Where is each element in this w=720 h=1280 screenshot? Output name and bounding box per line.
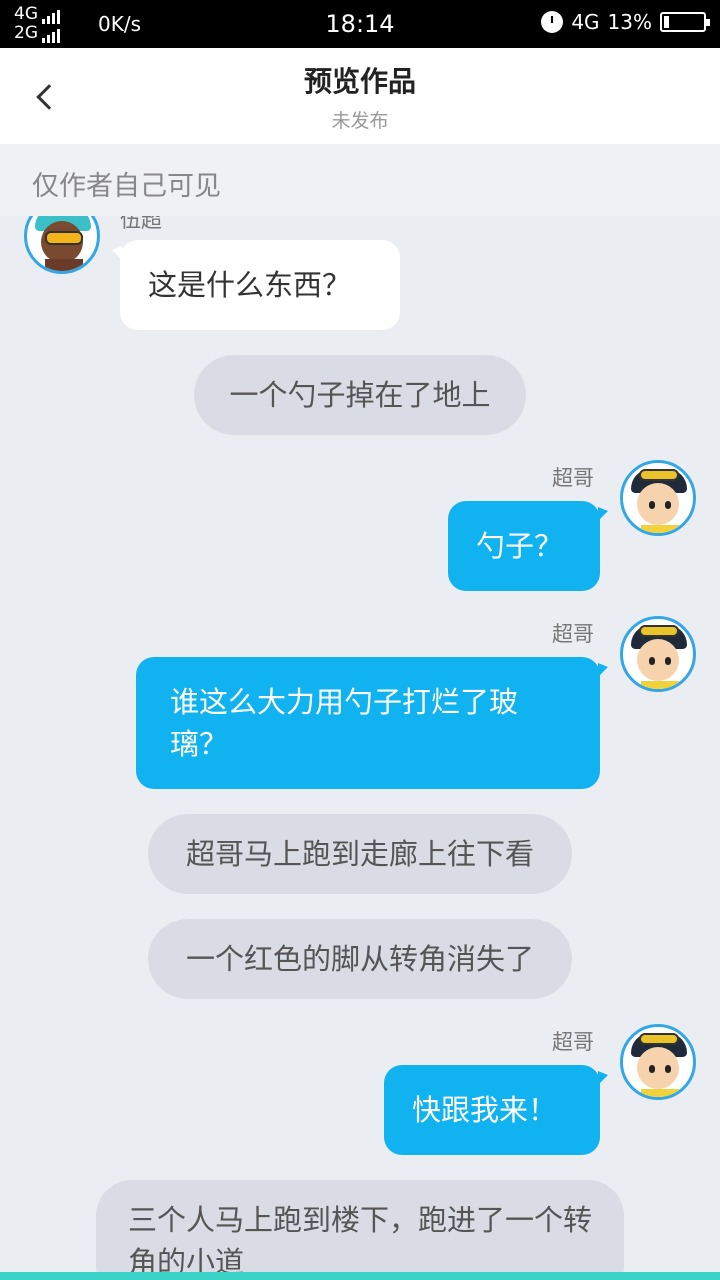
narration-bubble[interactable]: 一个勺子掉在了地上 xyxy=(194,355,526,435)
page-subtitle: 未发布 xyxy=(331,110,389,132)
message-bubble[interactable]: 勺子？ xyxy=(448,501,608,591)
sender-name: 伍超 xyxy=(120,216,162,232)
bottom-strip xyxy=(0,1272,720,1280)
avatar[interactable] xyxy=(24,216,100,274)
page-title: 预览作品 xyxy=(303,65,416,98)
message-bubble[interactable]: 快跟我来！ xyxy=(384,1065,608,1155)
narration-bubble[interactable]: 一个红色的脚从转角消失了 xyxy=(148,919,572,999)
alarm-icon xyxy=(541,11,564,33)
avatar[interactable] xyxy=(620,1024,696,1100)
sender-name: 超哥 xyxy=(552,1030,594,1054)
avatar[interactable] xyxy=(620,460,696,536)
battery-percent: 13% xyxy=(607,10,652,34)
sender-name: 超哥 xyxy=(552,622,594,646)
avatar[interactable] xyxy=(620,616,696,692)
net-type-label: 4G xyxy=(571,10,600,34)
message-bubble[interactable]: 谁这么大力用勺子打烂了玻璃？ xyxy=(136,657,608,789)
top-bar: 预览作品 未发布 xyxy=(0,48,720,144)
status-bar: 4G 2G 0K/s 18:14 4G 13% xyxy=(0,0,720,48)
sender-name: 超哥 xyxy=(552,466,594,490)
battery-fill xyxy=(664,16,669,28)
visibility-notice: 仅作者自己可见 xyxy=(0,144,720,216)
chat-area[interactable]: 伍超 这是什么东西？ 一个勺子掉在了地上 超哥 勺子？ 超哥 谁这么大力用勺子打… xyxy=(0,216,720,1272)
narration-bubble[interactable]: 超哥马上跑到走廊上往下看 xyxy=(148,814,572,894)
narration-bubble[interactable]: 三个人马上跑到楼下，跑进了一个转角的小道 xyxy=(96,1180,624,1272)
message-bubble[interactable]: 这是什么东西？ xyxy=(112,240,400,330)
battery-icon xyxy=(660,12,710,32)
